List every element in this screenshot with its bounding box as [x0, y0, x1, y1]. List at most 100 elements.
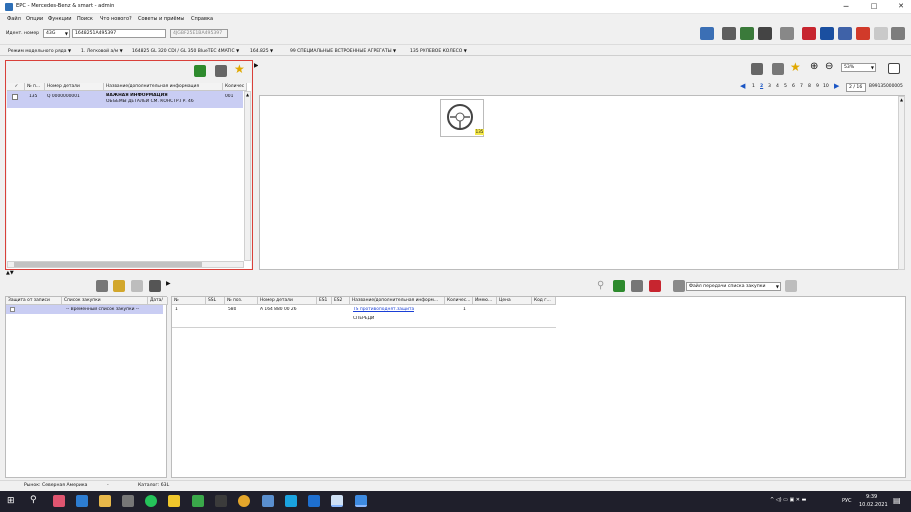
- close-button[interactable]: ✕: [892, 1, 910, 12]
- list-item[interactable]: -- Временный список закупки --: [6, 305, 163, 314]
- fullscreen-icon[interactable]: [888, 63, 900, 74]
- page-link-4[interactable]: 4: [776, 84, 779, 89]
- calculator-app-icon[interactable]: [262, 495, 274, 507]
- col-qty[interactable]: Количес: [223, 83, 247, 91]
- col-part-number[interactable]: Номер детали: [258, 297, 317, 305]
- whatsapp-icon[interactable]: [145, 495, 157, 507]
- row-checkbox[interactable]: [12, 94, 18, 100]
- breadcrumb-group[interactable]: 99 СПЕЦИАЛЬНЫЕ ВСТРОЕННЫЕ АГРЕГАТЫ ▼: [290, 48, 396, 54]
- language-indicator[interactable]: РУС: [842, 498, 852, 504]
- skype-icon[interactable]: [285, 495, 297, 507]
- epc-app-icon[interactable]: [331, 495, 343, 507]
- minimize-button[interactable]: ─: [837, 1, 855, 12]
- menu-file[interactable]: Файл: [7, 16, 21, 22]
- splitter-icon[interactable]: ▲▼: [6, 270, 14, 276]
- maximize-button[interactable]: □: [865, 1, 883, 12]
- zoom-in-icon[interactable]: ⊕: [810, 61, 818, 72]
- menu-options[interactable]: Опции: [26, 16, 43, 22]
- canvas-scrollbar[interactable]: ▲: [898, 96, 905, 270]
- copy-icon[interactable]: [131, 280, 143, 292]
- notes-icon[interactable]: [215, 65, 227, 77]
- add-to-list-icon[interactable]: [194, 65, 206, 77]
- col-pos[interactable]: № поз.: [225, 297, 258, 305]
- col-write-protect[interactable]: Защита от записи: [6, 297, 62, 305]
- row-name-link[interactable]: TS противоподнят.защита: [353, 307, 414, 312]
- search-icon[interactable]: ⚲: [597, 280, 604, 291]
- breadcrumb-vehicle-type[interactable]: 1. Легковой а/м ▼: [81, 48, 123, 54]
- edit-icon[interactable]: [751, 63, 763, 75]
- chrome-icon[interactable]: [238, 495, 250, 507]
- col-pos[interactable]: № п...: [25, 83, 45, 91]
- edge-icon[interactable]: [76, 495, 88, 507]
- page-link-6[interactable]: 6: [792, 84, 795, 89]
- calculator-icon[interactable]: [758, 27, 772, 40]
- new-list-icon[interactable]: [96, 280, 108, 292]
- table-row[interactable]: 1 580 A 164 880 00 26 TS противоподнят.з…: [172, 305, 556, 328]
- info-icon[interactable]: [820, 27, 834, 40]
- transfer-file-select[interactable]: Файл передачи списка закупки ▼: [686, 282, 781, 291]
- menu-help[interactable]: Справка: [191, 16, 213, 22]
- eraser-icon[interactable]: [649, 280, 661, 292]
- breadcrumb-sa[interactable]: 164.825 ▼: [250, 48, 273, 54]
- app-icon-1[interactable]: [53, 495, 65, 507]
- menu-tips[interactable]: Советы и приёмы: [138, 16, 184, 22]
- menu-functions[interactable]: Функции: [48, 16, 71, 22]
- col-es1[interactable]: ES1: [317, 297, 332, 305]
- page-link-2[interactable]: 2: [760, 84, 763, 89]
- page-link-7[interactable]: 7: [800, 84, 803, 89]
- scroll-thumb[interactable]: [14, 262, 202, 267]
- callout-badge[interactable]: 135: [475, 129, 484, 135]
- table-row[interactable]: 135 Q 0000000001 ВАЖНАЯ ИНФОРМАЦИЯ ОБЪЕМ…: [7, 91, 243, 108]
- ident-number-input[interactable]: 1648251A495397: [72, 29, 166, 38]
- star-icon[interactable]: ★: [790, 60, 801, 74]
- col-date[interactable]: Дата/: [148, 297, 168, 305]
- export-icon[interactable]: [785, 280, 797, 292]
- windows-start-icon[interactable]: ⊞: [7, 496, 15, 506]
- app-icon-3[interactable]: [168, 495, 180, 507]
- app-icon-2[interactable]: [122, 495, 134, 507]
- file-explorer-icon[interactable]: [99, 495, 111, 507]
- col-part-number[interactable]: Номер детали: [45, 83, 104, 91]
- clock-time[interactable]: 9:39: [866, 494, 877, 500]
- page-link-3[interactable]: 3: [768, 84, 771, 89]
- write-protect-checkbox[interactable]: [10, 307, 15, 312]
- col-price[interactable]: Цена: [497, 297, 532, 305]
- breadcrumb-subgroup[interactable]: 135 РУЛЕВОЕ КОЛЕСО ▼: [410, 48, 467, 54]
- breadcrumb-model[interactable]: 164825 GL 320 CDI / GL 350 BlueTEC 4MATI…: [132, 48, 239, 54]
- add-part-icon[interactable]: [613, 280, 625, 292]
- select-area-icon[interactable]: [772, 63, 784, 75]
- edit-notes-icon[interactable]: [722, 27, 736, 40]
- menu-whats-new[interactable]: Что нового?: [100, 16, 132, 22]
- notifications-icon[interactable]: ▤: [893, 496, 901, 505]
- breadcrumb-mode[interactable]: Режим модельного ряда ▼: [8, 48, 71, 54]
- page-link-8[interactable]: 8: [808, 84, 811, 89]
- window-icon[interactable]: [874, 27, 888, 40]
- col-n[interactable]: №: [172, 297, 206, 305]
- transfer-icon[interactable]: [673, 280, 685, 292]
- zoom-out-icon[interactable]: ⊖: [825, 61, 833, 72]
- tray-icons[interactable]: ^ ◁) ▭ ▣ ✕ ▬: [770, 497, 806, 503]
- ie-icon[interactable]: [308, 495, 320, 507]
- clock-date[interactable]: 10.02.2021: [859, 502, 888, 508]
- terminal-icon[interactable]: [215, 495, 227, 507]
- page-link-10[interactable]: 10: [823, 84, 829, 89]
- star-icon[interactable]: ★: [234, 62, 245, 76]
- books-icon[interactable]: [838, 27, 852, 40]
- settings-icon[interactable]: [891, 27, 905, 40]
- page-link-9[interactable]: 9: [816, 84, 819, 89]
- open-folder-icon[interactable]: [113, 280, 125, 292]
- print-icon[interactable]: [780, 27, 794, 40]
- tools-icon[interactable]: [740, 27, 754, 40]
- col-qty[interactable]: Количес...: [445, 297, 473, 305]
- col-check[interactable]: ✓: [7, 83, 25, 91]
- page-link-1[interactable]: 1: [752, 84, 755, 89]
- app-icon-4[interactable]: [192, 495, 204, 507]
- ident-type-select[interactable]: 43G ▼: [43, 29, 70, 38]
- page-link-5[interactable]: 5: [784, 84, 787, 89]
- vehicle-icon[interactable]: [700, 27, 714, 40]
- save-icon[interactable]: [149, 280, 161, 292]
- col-es2[interactable]: ES2: [332, 297, 350, 305]
- col-code[interactable]: Код г...: [532, 297, 556, 305]
- col-name[interactable]: Название/дополнительная информ...: [350, 297, 445, 305]
- horizontal-scrollbar[interactable]: [7, 261, 244, 268]
